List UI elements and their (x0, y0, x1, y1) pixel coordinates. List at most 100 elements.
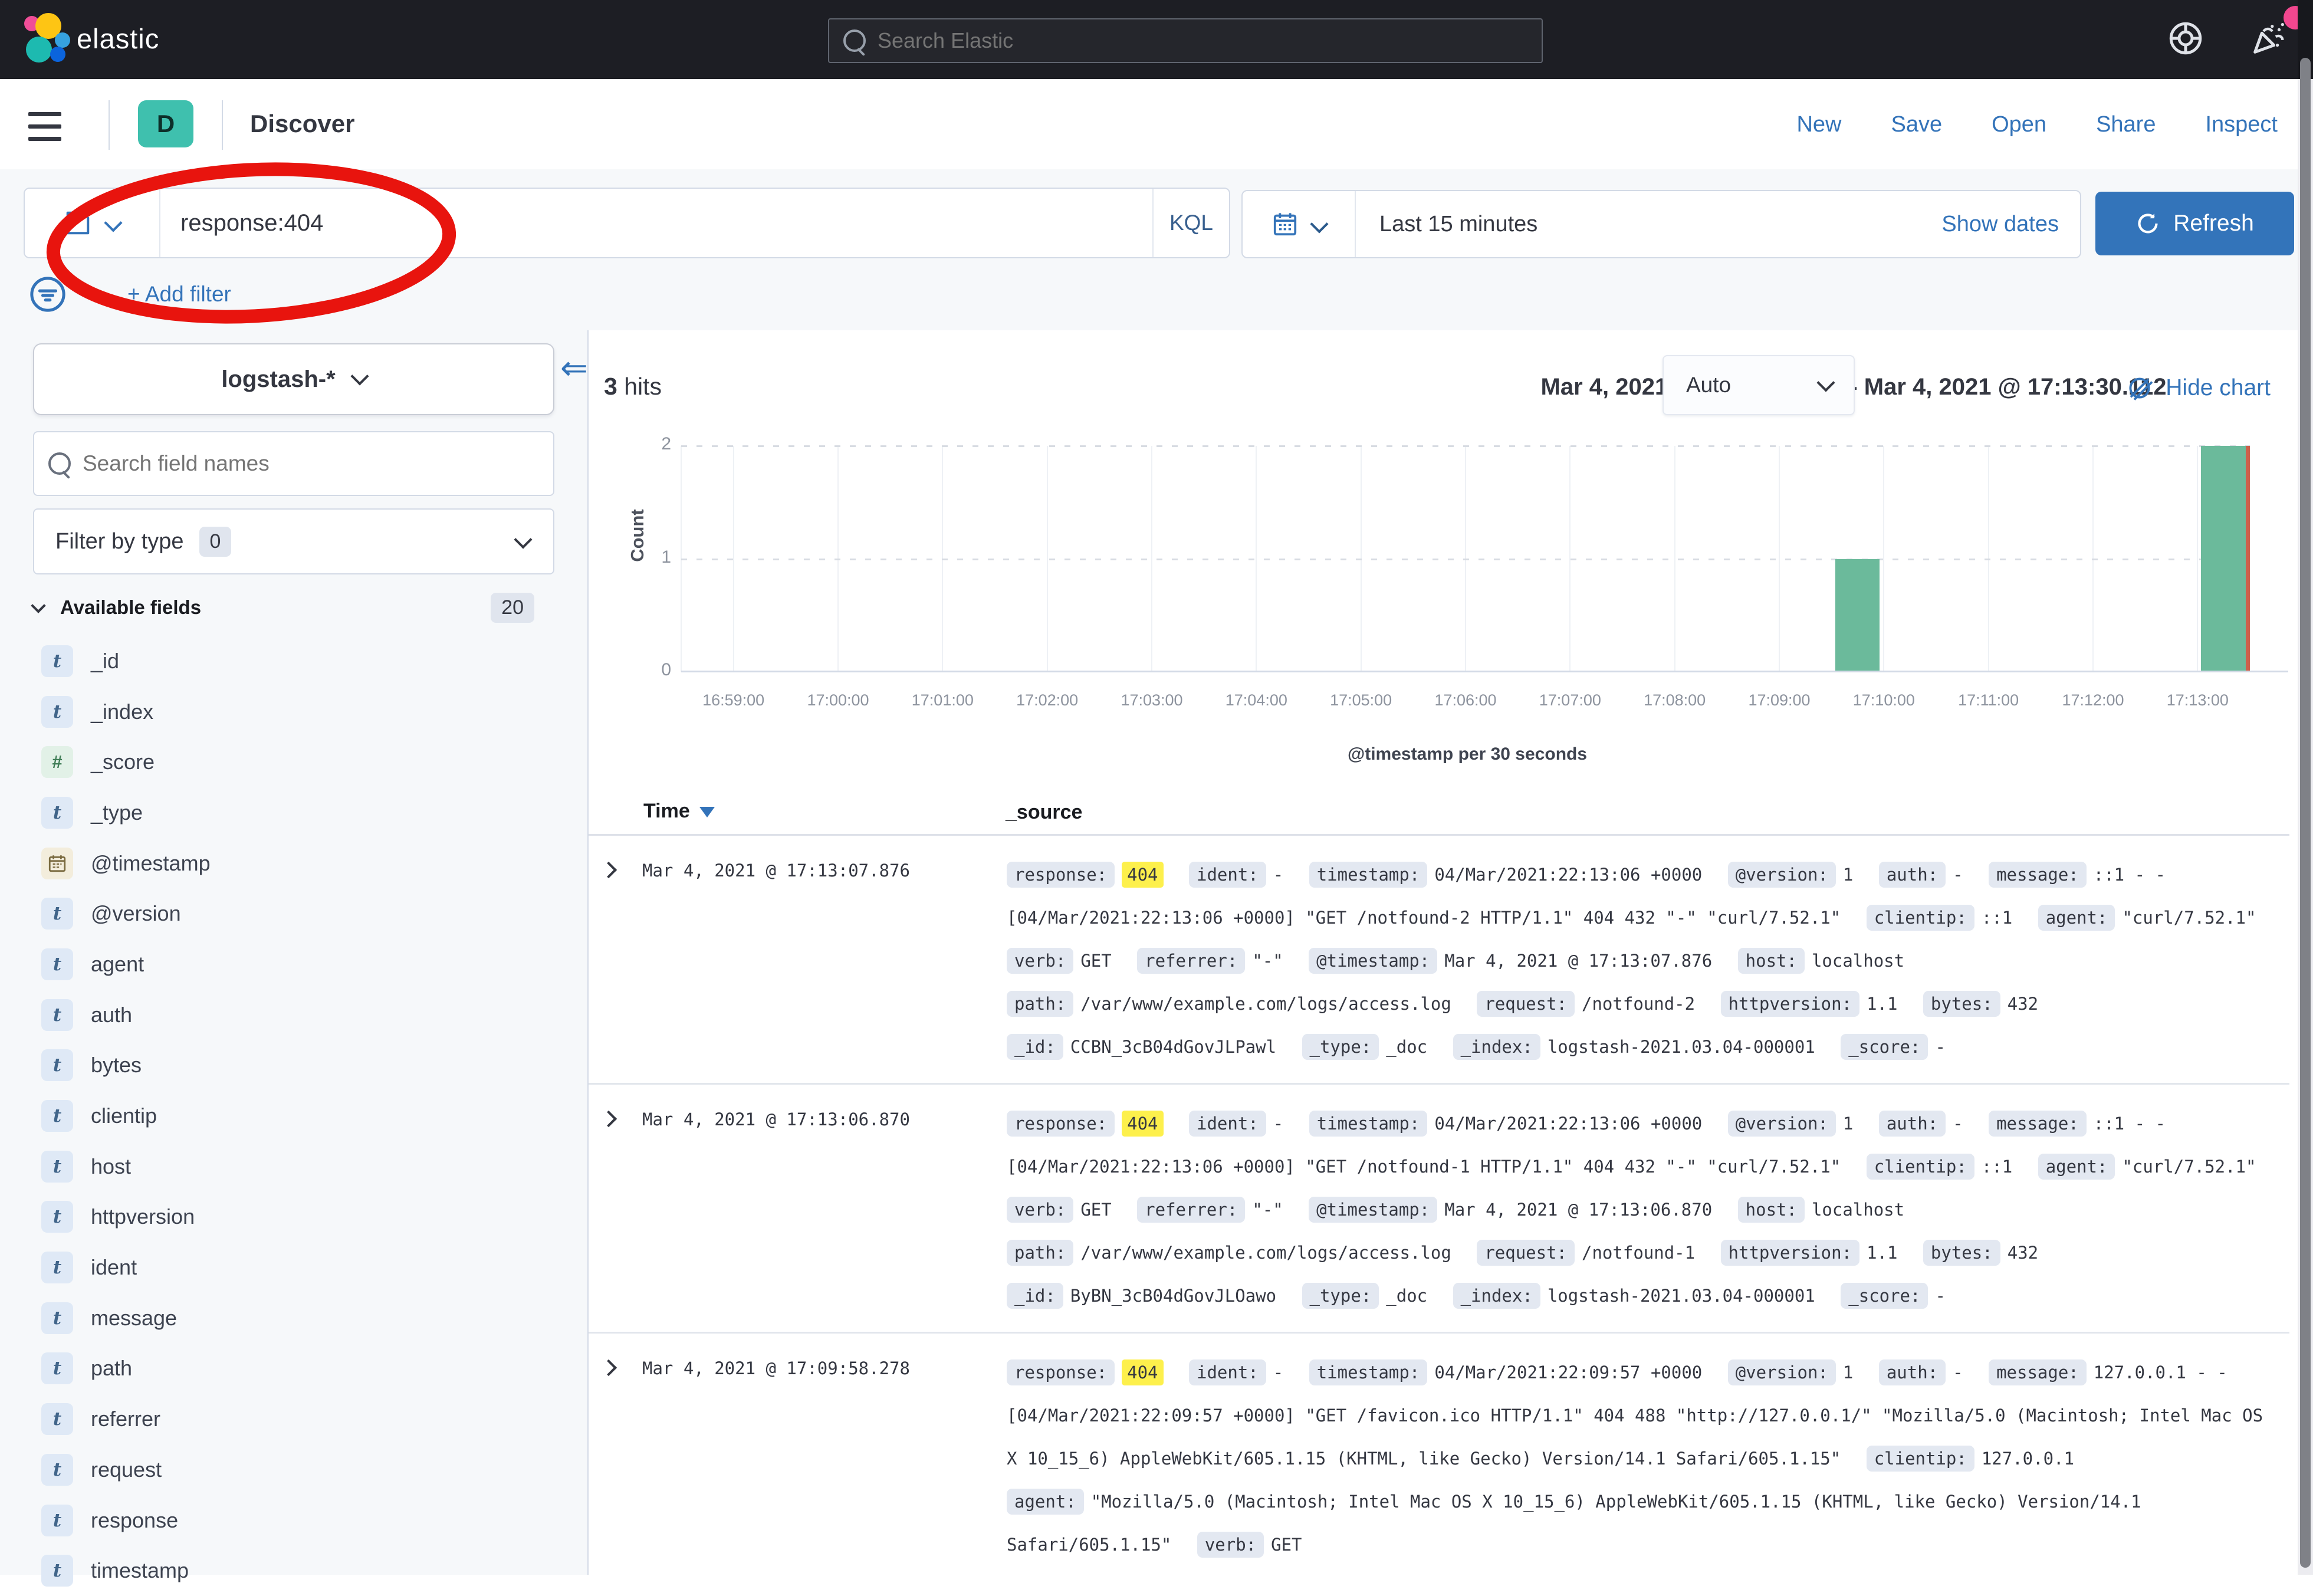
action-share[interactable]: Share (2096, 112, 2156, 137)
field-value: ::1 (1982, 908, 2012, 928)
field-item-_score[interactable]: #_score (33, 737, 552, 787)
global-search[interactable] (828, 18, 1543, 63)
histogram-chart[interactable] (681, 446, 2250, 672)
field-value: - (1273, 865, 1283, 885)
field-value: logstash-2021.03.04-000001 (1548, 1037, 1815, 1057)
field-item-ident[interactable]: tident (33, 1242, 552, 1293)
field-value: ::1 (1982, 1157, 2012, 1177)
filter-icon[interactable] (29, 276, 66, 313)
field-item-httpversion[interactable]: thttpversion (33, 1192, 552, 1243)
field-search-input[interactable] (81, 451, 485, 477)
action-inspect[interactable]: Inspect (2205, 112, 2278, 137)
field-item-message[interactable]: tmessage (33, 1293, 552, 1344)
field-key-pill: auth: (1879, 1359, 1946, 1385)
row-time: Mar 4, 2021 @ 17:13:07.876 (642, 861, 910, 881)
index-pattern-selector[interactable]: logstash-* (33, 343, 554, 415)
field-key-pill: ident: (1189, 1111, 1266, 1137)
field-key-pill: _score: (1841, 1283, 1928, 1309)
field-item-bytes[interactable]: tbytes (33, 1040, 552, 1091)
field-value: 04/Mar/2021:22:09:57 +0000 (1434, 1362, 1702, 1382)
field-name: request (91, 1457, 162, 1482)
refresh-button[interactable]: Refresh (2095, 192, 2294, 255)
hide-chart-link[interactable]: Hide chart (2125, 374, 2271, 402)
field-key-pill: response: (1007, 1111, 1115, 1137)
field-name: host (91, 1154, 131, 1179)
help-lifebuoy-icon[interactable] (2166, 19, 2205, 58)
field-value: - (1273, 1114, 1283, 1134)
field-value: 1 (1843, 1114, 1853, 1134)
action-save[interactable]: Save (1891, 112, 1942, 137)
field-name: timestamp (91, 1558, 189, 1583)
divider (109, 100, 110, 150)
query-bar[interactable]: KQL (24, 188, 1230, 258)
hide-chart-label: Hide chart (2166, 375, 2271, 401)
field-key-pill: agent: (2038, 905, 2115, 931)
field-value: /notfound-2 (1582, 994, 1695, 1014)
query-input[interactable] (160, 209, 1152, 237)
field-key-pill: _type: (1302, 1283, 1379, 1309)
field-item-_type[interactable]: t_type (33, 787, 552, 838)
column-header-source[interactable]: _source (1006, 801, 1082, 824)
field-item-@timestamp[interactable]: @timestamp (33, 838, 552, 889)
add-filter-link[interactable]: + Add filter (127, 282, 231, 307)
action-new[interactable]: New (1796, 112, 1841, 137)
field-item-_id[interactable]: t_id (33, 636, 552, 687)
quick-select-menu[interactable] (1243, 191, 1356, 257)
show-dates-link[interactable]: Show dates (1941, 212, 2080, 237)
expand-row-icon[interactable] (600, 1111, 617, 1127)
action-open[interactable]: Open (1992, 112, 2046, 137)
field-key-pill: response: (1007, 862, 1115, 888)
field-item-timestamp[interactable]: t timestamp (33, 1545, 552, 1596)
field-key-pill: _index: (1453, 1034, 1540, 1060)
field-type-text-icon: t (41, 1049, 73, 1081)
x-tick-label: 17:09:00 (1727, 691, 1831, 710)
field-item-path[interactable]: tpath (33, 1344, 552, 1394)
field-key-pill: bytes: (1923, 991, 2000, 1017)
field-key-pill: _id: (1007, 1034, 1063, 1060)
field-key-pill: ident: (1189, 1359, 1266, 1385)
search-icon (48, 452, 71, 475)
available-fields-header[interactable]: Available fields 20 (33, 590, 552, 625)
field-item-auth[interactable]: tauth (33, 990, 552, 1040)
expand-row-icon[interactable] (600, 862, 617, 878)
query-language-button[interactable]: KQL (1152, 189, 1229, 257)
date-picker[interactable]: Last 15 minutes Show dates (1241, 190, 2081, 258)
field-item-response[interactable]: tresponse (33, 1495, 552, 1546)
field-name: _type (91, 800, 143, 825)
field-key-pill: agent: (2038, 1154, 2115, 1180)
field-item-host[interactable]: thost (33, 1141, 552, 1192)
histogram-bar[interactable] (1835, 559, 1880, 672)
discover-app-badge[interactable]: D (138, 100, 193, 147)
field-key-pill: _id: (1007, 1283, 1063, 1309)
field-item-request[interactable]: trequest (33, 1444, 552, 1495)
field-item-clientip[interactable]: tclientip (33, 1091, 552, 1141)
news-party-popper-icon[interactable] (2248, 18, 2289, 59)
saved-query-menu[interactable] (25, 189, 160, 257)
chevron-down-icon (1816, 373, 1835, 392)
field-key-pill: host: (1738, 948, 1805, 974)
collapse-sidebar-icon[interactable]: ⇐ (560, 349, 588, 387)
field-item-@version[interactable]: t @version (33, 888, 552, 939)
global-header: elastic (0, 0, 2313, 79)
column-header-time[interactable]: Time (643, 800, 715, 823)
time-range-value[interactable]: Last 15 minutes (1356, 212, 1941, 237)
field-item-agent[interactable]: tagent (33, 939, 552, 990)
field-type-text-icon: t (41, 1555, 73, 1587)
x-tick-label: 17:05:00 (1309, 691, 1413, 710)
field-search[interactable] (33, 431, 554, 496)
histogram-bar[interactable] (2201, 446, 2246, 672)
field-type-text-icon: t (41, 898, 73, 930)
index-pattern-label: logstash-* (221, 366, 335, 393)
field-item-referrer[interactable]: treferrer (33, 1394, 552, 1444)
interval-select[interactable]: Auto (1663, 355, 1855, 415)
expand-row-icon[interactable] (600, 1359, 617, 1376)
field-value: "curl/7.52.1" (2122, 1157, 2256, 1177)
scrollbar-thumb[interactable] (2300, 58, 2311, 1568)
field-type-text-icon: t (41, 645, 73, 677)
filter-by-type-dropdown[interactable]: Filter by type 0 (33, 508, 554, 574)
field-value: _doc (1386, 1286, 1427, 1306)
field-name: @version (91, 901, 181, 926)
field-key-pill: verb: (1007, 948, 1073, 974)
global-search-input[interactable] (876, 28, 1498, 54)
field-item-_index[interactable]: t_index (33, 687, 552, 737)
